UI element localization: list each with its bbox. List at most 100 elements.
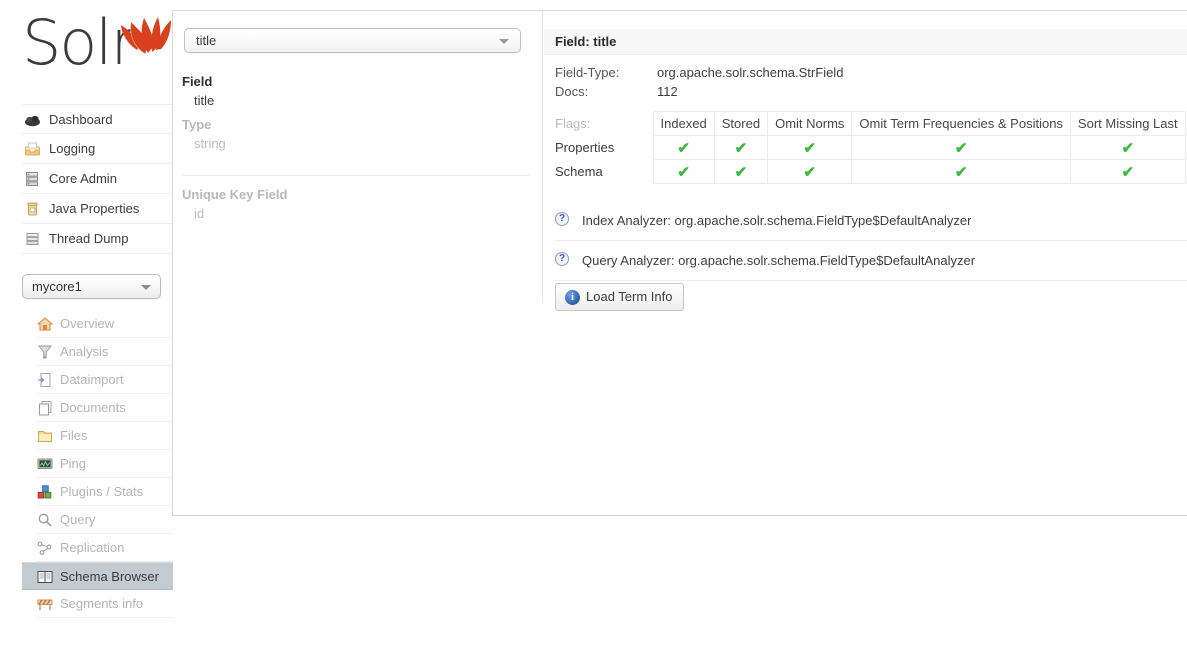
blocks-icon: [37, 485, 52, 499]
load-term-info-label: Load Term Info: [586, 289, 673, 304]
barrier-icon: [37, 599, 53, 610]
network-icon: [37, 541, 52, 555]
sidebar-item-label: Ping: [60, 456, 87, 471]
sidebar-item-label: Thread Dump: [49, 231, 129, 246]
stack-icon: [26, 233, 39, 246]
sidebar-item-documents[interactable]: Documents: [36, 394, 173, 422]
field-selector[interactable]: title: [184, 28, 521, 53]
field-heading: Field: [182, 74, 213, 89]
left-panel-divider: [182, 175, 530, 176]
sidebar-item-ping[interactable]: Ping: [36, 450, 173, 478]
flag-cell: ✔: [652, 159, 715, 184]
sidebar-item-thread-dump[interactable]: Thread Dump: [22, 224, 172, 254]
servers-icon: [26, 172, 38, 186]
query-analyzer-row: ? Query Analyzer: org.apache.solr.schema…: [555, 241, 1187, 281]
flag-cell: ✔: [713, 159, 769, 184]
sidebar-item-label: Overview: [60, 316, 115, 331]
field-type-row: Field-Type: org.apache.solr.schema.StrFi…: [544, 65, 1187, 82]
core-selector[interactable]: mycore1: [22, 274, 161, 299]
cloud-icon: [25, 115, 40, 127]
sidebar-item-label: Documents: [60, 400, 126, 415]
sidebar-item-label: Logging: [49, 141, 96, 156]
sidebar-item-dashboard[interactable]: Dashboard: [22, 104, 172, 134]
type-meta: Type string: [182, 116, 226, 153]
sidebar-item-label: Analysis: [60, 344, 109, 359]
sidebar-item-schema-browser[interactable]: Schema Browser: [22, 562, 173, 590]
sidebar-item-label: Schema Browser: [60, 569, 159, 584]
open-book-icon: [37, 571, 53, 583]
sidebar-item-label: Replication: [60, 540, 125, 555]
flags-row-schema-label: Schema: [555, 164, 603, 179]
sidebar-item-overview[interactable]: Overview: [36, 310, 173, 338]
sidebar-item-segments-info[interactable]: Segments info: [36, 590, 173, 618]
sidebar-item-label: Java Properties: [49, 201, 140, 216]
table-row: Properties ✔ ✔ ✔ ✔ ✔: [555, 135, 1186, 160]
sidebar-item-label: Query: [60, 512, 96, 527]
magnifier-icon: [38, 513, 52, 527]
flags-row-properties-label: Properties: [555, 140, 615, 155]
flags-column-stored: Stored: [713, 111, 769, 136]
check-icon: ✔: [954, 139, 968, 157]
chevron-down-icon: [499, 39, 509, 44]
import-icon: [38, 373, 51, 387]
flag-cell: ✔: [767, 135, 853, 160]
question-circle-icon[interactable]: ?: [555, 212, 569, 226]
query-analyzer-text: Query Analyzer: org.apache.solr.schema.F…: [582, 253, 976, 268]
flags-column-omit-term-freq: Omit Term Frequencies & Positions: [851, 111, 1071, 136]
unique-key-heading: Unique Key Field: [182, 187, 288, 202]
sidebar-item-java-properties[interactable]: Java Properties: [22, 194, 172, 224]
solr-flame-logo-icon: [121, 17, 171, 55]
page-title: Field: title: [555, 34, 617, 49]
panel-divider: [542, 11, 543, 303]
home-icon: [37, 317, 53, 331]
field-type-label: Field-Type:: [555, 65, 620, 80]
flags-header-row: Flags: Indexed Stored Omit Norms Omit Te…: [555, 111, 1186, 136]
table-row: Schema ✔ ✔ ✔ ✔ ✔: [555, 159, 1186, 184]
load-term-info-button[interactable]: i Load Term Info: [555, 283, 685, 311]
flag-cell: ✔: [1069, 159, 1186, 184]
sidebar-item-replication[interactable]: Replication: [36, 534, 173, 562]
monitor-icon: [37, 458, 53, 469]
check-icon: ✔: [734, 163, 748, 181]
sidebar-item-files[interactable]: Files: [36, 422, 173, 450]
check-icon: ✔: [803, 139, 817, 157]
sidebar-item-dataimport[interactable]: Dataimport: [36, 366, 173, 394]
sidebar-item-label: Files: [60, 428, 88, 443]
index-analyzer-text: Index Analyzer: org.apache.solr.schema.F…: [582, 213, 972, 228]
core-nav: Overview Analysis Dataimport Documents F…: [22, 310, 173, 618]
jar-icon: [27, 202, 38, 216]
field-detail-header: Field: title: [544, 29, 1187, 55]
sidebar-item-query[interactable]: Query: [36, 506, 173, 534]
sidebar-item-label: Segments info: [60, 596, 144, 611]
sidebar-item-label: Dashboard: [49, 112, 113, 127]
solr-logo[interactable]: Solr: [22, 8, 171, 86]
flags-column-sort-missing-last: Sort Missing Last: [1069, 111, 1186, 136]
flag-cell: ✔: [652, 135, 715, 160]
sidebar-item-label: Core Admin: [49, 171, 117, 186]
field-selector-value: title: [196, 33, 217, 48]
check-icon: ✔: [1121, 163, 1135, 181]
flag-cell: ✔: [1069, 135, 1186, 160]
check-icon: ✔: [1121, 139, 1135, 157]
funnel-icon: [37, 345, 53, 359]
docs-value: 112: [657, 84, 678, 99]
sidebar-item-core-admin[interactable]: Core Admin: [22, 164, 172, 194]
sidebar-item-plugins-stats[interactable]: Plugins / Stats: [36, 478, 173, 506]
check-icon: ✔: [803, 163, 817, 181]
sidebar-item-analysis[interactable]: Analysis: [36, 338, 173, 366]
type-value: string: [194, 136, 226, 151]
schema-browser-panel: title Field title Type string Unique Key…: [172, 10, 1187, 516]
field-type-value: org.apache.solr.schema.StrField: [657, 65, 844, 80]
sidebar-item-logging[interactable]: Logging: [22, 134, 172, 164]
flag-cell: ✔: [713, 135, 769, 160]
flag-cell: ✔: [851, 135, 1071, 160]
flags-label: Flags:: [555, 116, 591, 131]
question-circle-icon[interactable]: ?: [555, 252, 569, 266]
check-icon: ✔: [734, 139, 748, 157]
flags-table: Flags: Indexed Stored Omit Norms Omit Te…: [555, 111, 1186, 184]
flags-column-omit-norms: Omit Norms: [767, 111, 853, 136]
sidebar-item-label: Plugins / Stats: [60, 484, 144, 499]
unique-key-meta: Unique Key Field id: [182, 186, 287, 223]
docs-row: Docs: 112: [544, 84, 1187, 101]
sidebar-item-label: Dataimport: [60, 372, 124, 387]
